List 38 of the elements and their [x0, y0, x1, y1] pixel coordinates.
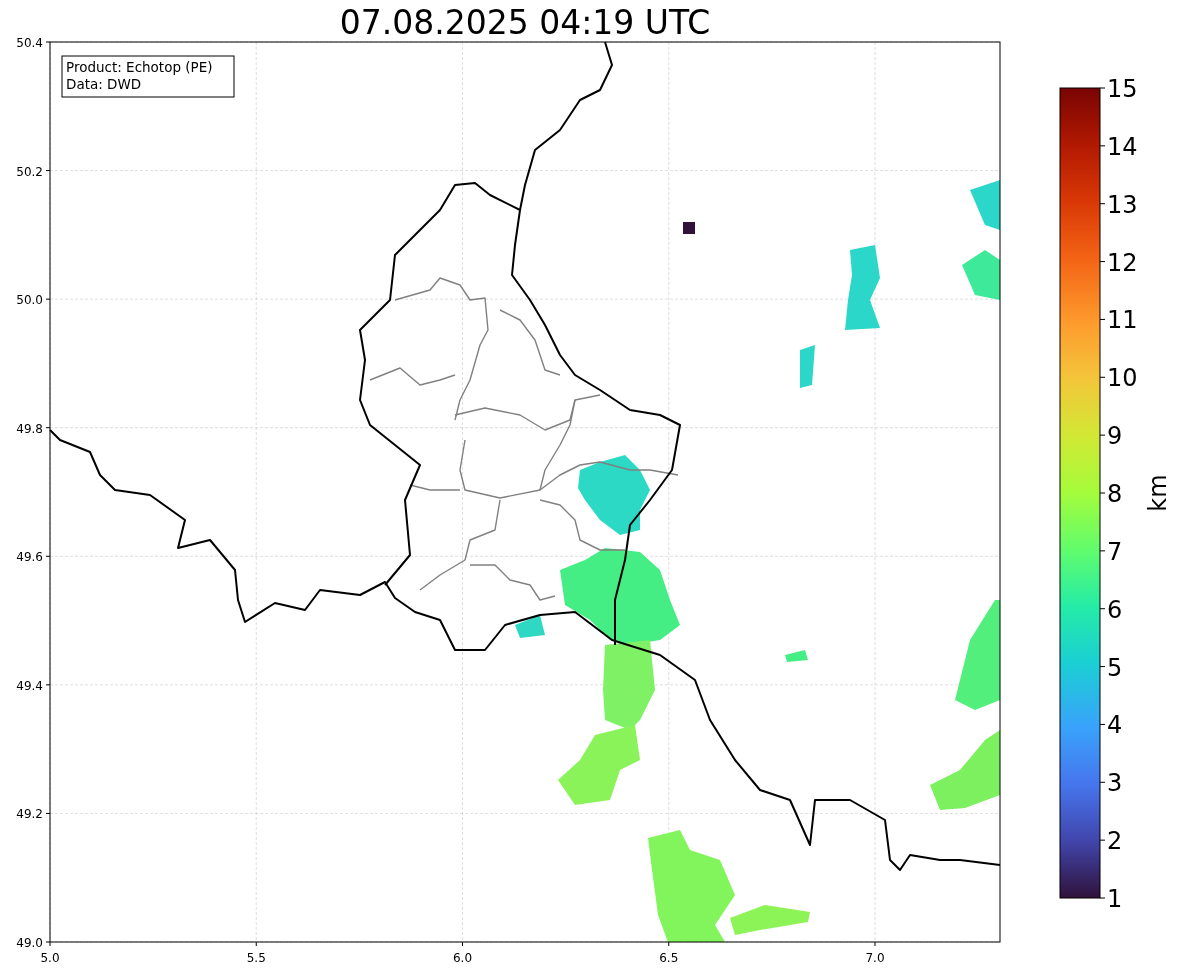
- chart-title: 07.08.2025 04:19 UTC: [339, 3, 711, 42]
- colorbar-tick-label: 5: [1107, 653, 1123, 682]
- colorbar-tick-label: 13: [1107, 190, 1138, 219]
- info-text: Product: Echotop (PE): [66, 59, 213, 75]
- info-text: Data: DWD: [66, 76, 142, 92]
- x-axis-tick-label: 5.0: [40, 951, 60, 965]
- x-axis-tick-label: 6.0: [452, 951, 473, 965]
- colorbar-tick-label: 6: [1107, 595, 1123, 624]
- colorbar-tick-label: 8: [1107, 480, 1123, 508]
- colorbar-tick-label: 4: [1107, 711, 1123, 740]
- colorbar-tick-label: 10: [1107, 364, 1138, 393]
- y-axis-tick-label: 50.2: [16, 164, 43, 179]
- colorbar-label: km: [1144, 474, 1172, 512]
- colorbar-tick-label: 14: [1107, 132, 1138, 161]
- y-axis-tick-label: 49.0: [16, 936, 43, 950]
- x-axis-tick-label: 5.5: [246, 951, 266, 965]
- x-axis-tick-label: 6.5: [659, 951, 679, 965]
- colorbar-tick-label: 3: [1107, 769, 1123, 798]
- radar-echo: [800, 345, 815, 388]
- y-axis-tick-label: 49.8: [16, 421, 43, 436]
- colorbar-tick-label: 11: [1107, 306, 1138, 335]
- radar-echo: [785, 650, 808, 662]
- colorbar-tick-label: 9: [1107, 422, 1123, 451]
- y-axis-tick-label: 49.4: [16, 678, 43, 693]
- colorbar-tick-label: 15: [1107, 75, 1138, 103]
- colorbar-tick-label: 2: [1107, 827, 1123, 856]
- y-axis-tick-label: 50.4: [16, 36, 43, 50]
- radar-echo: [515, 615, 545, 638]
- radar-echo: [683, 222, 695, 234]
- colorbar-tick-label: 12: [1107, 248, 1138, 277]
- x-axis-tick-label: 7.0: [865, 951, 885, 965]
- colorbar-tick-label: 1: [1107, 885, 1123, 913]
- y-axis-tick-label: 49.2: [16, 807, 43, 822]
- y-axis-tick-label: 50.0: [16, 293, 43, 308]
- radar-echo: [970, 180, 1000, 230]
- radar-echo: [962, 250, 1000, 300]
- colorbar-tick-label: 7: [1107, 537, 1123, 566]
- y-axis-tick-label: 49.6: [16, 550, 43, 565]
